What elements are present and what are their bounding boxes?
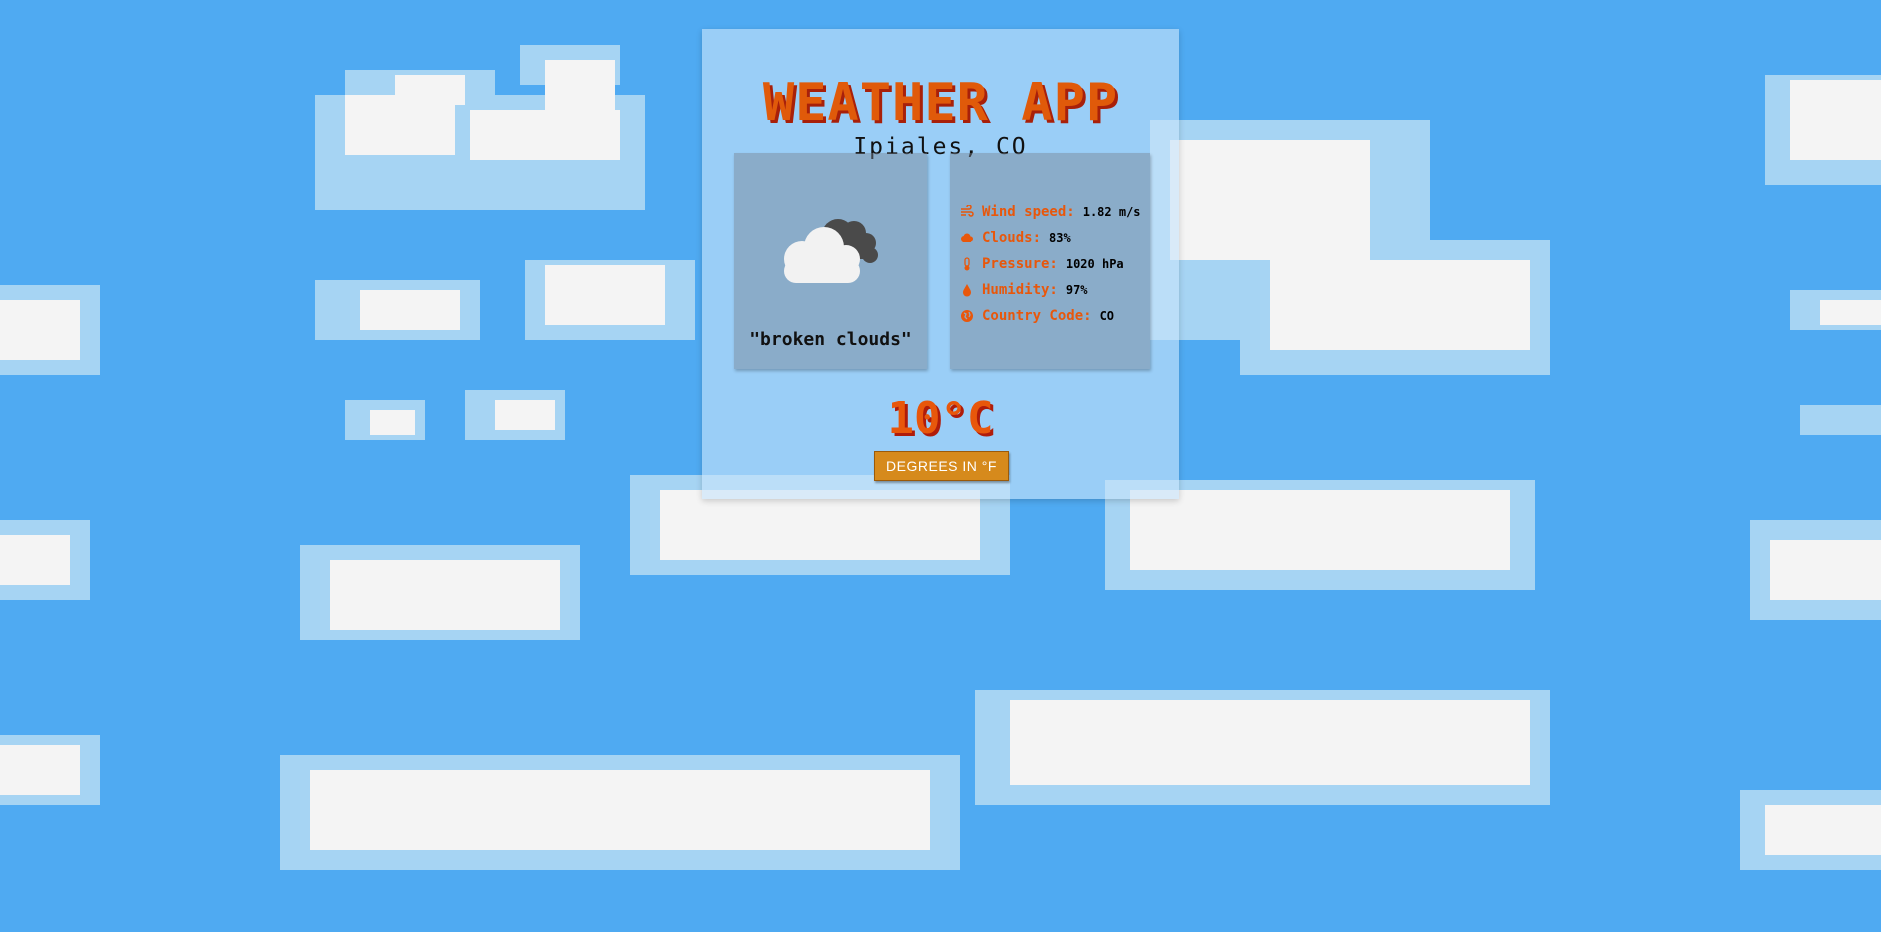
stat-value: 83% [1049,231,1071,245]
temperature-display: 10°C [887,393,994,444]
stat-value: CO [1099,309,1115,323]
droplet-icon [963,284,971,297]
stat-country-code: Country Code: CO [960,303,1141,329]
stat-value: 1020 hPa [1065,257,1124,271]
stat-label: Wind speed: [982,204,1075,220]
cloud-icon [961,233,973,242]
stat-label: Pressure: [982,256,1058,272]
stat-clouds: Clouds: 83% [960,225,1141,251]
globe-icon [961,310,973,322]
toggle-units-button[interactable]: DEGREES IN °F [874,451,1009,481]
wind-icon [961,205,974,217]
stat-value: 97% [1065,283,1088,297]
weather-description: "broken clouds" [749,329,912,350]
weather-stats-panel: Wind speed: 1.82 m/s Clouds: 83% Pressur… [950,153,1150,369]
stats-list: Wind speed: 1.82 m/s Clouds: 83% Pressur… [960,199,1141,329]
stat-label: Humidity: [982,282,1058,298]
stat-pressure: Pressure: 1020 hPa [960,251,1141,277]
weather-card: WEATHER APP Ipiales, CO "broken clouds" [702,29,1179,499]
app-title: WEATHER APP [762,73,1119,133]
thermometer-icon [964,257,970,271]
stat-label: Clouds: [982,230,1042,246]
weather-summary-panel: "broken clouds" [734,153,927,369]
broken-clouds-icon [784,219,878,283]
stat-wind-speed: Wind speed: 1.82 m/s [960,199,1141,225]
cloud-far-right [1740,75,1881,870]
stat-label: Country Code: [982,308,1092,324]
stat-humidity: Humidity: 97% [960,277,1141,303]
stat-value: 1.82 m/s [1082,205,1141,219]
